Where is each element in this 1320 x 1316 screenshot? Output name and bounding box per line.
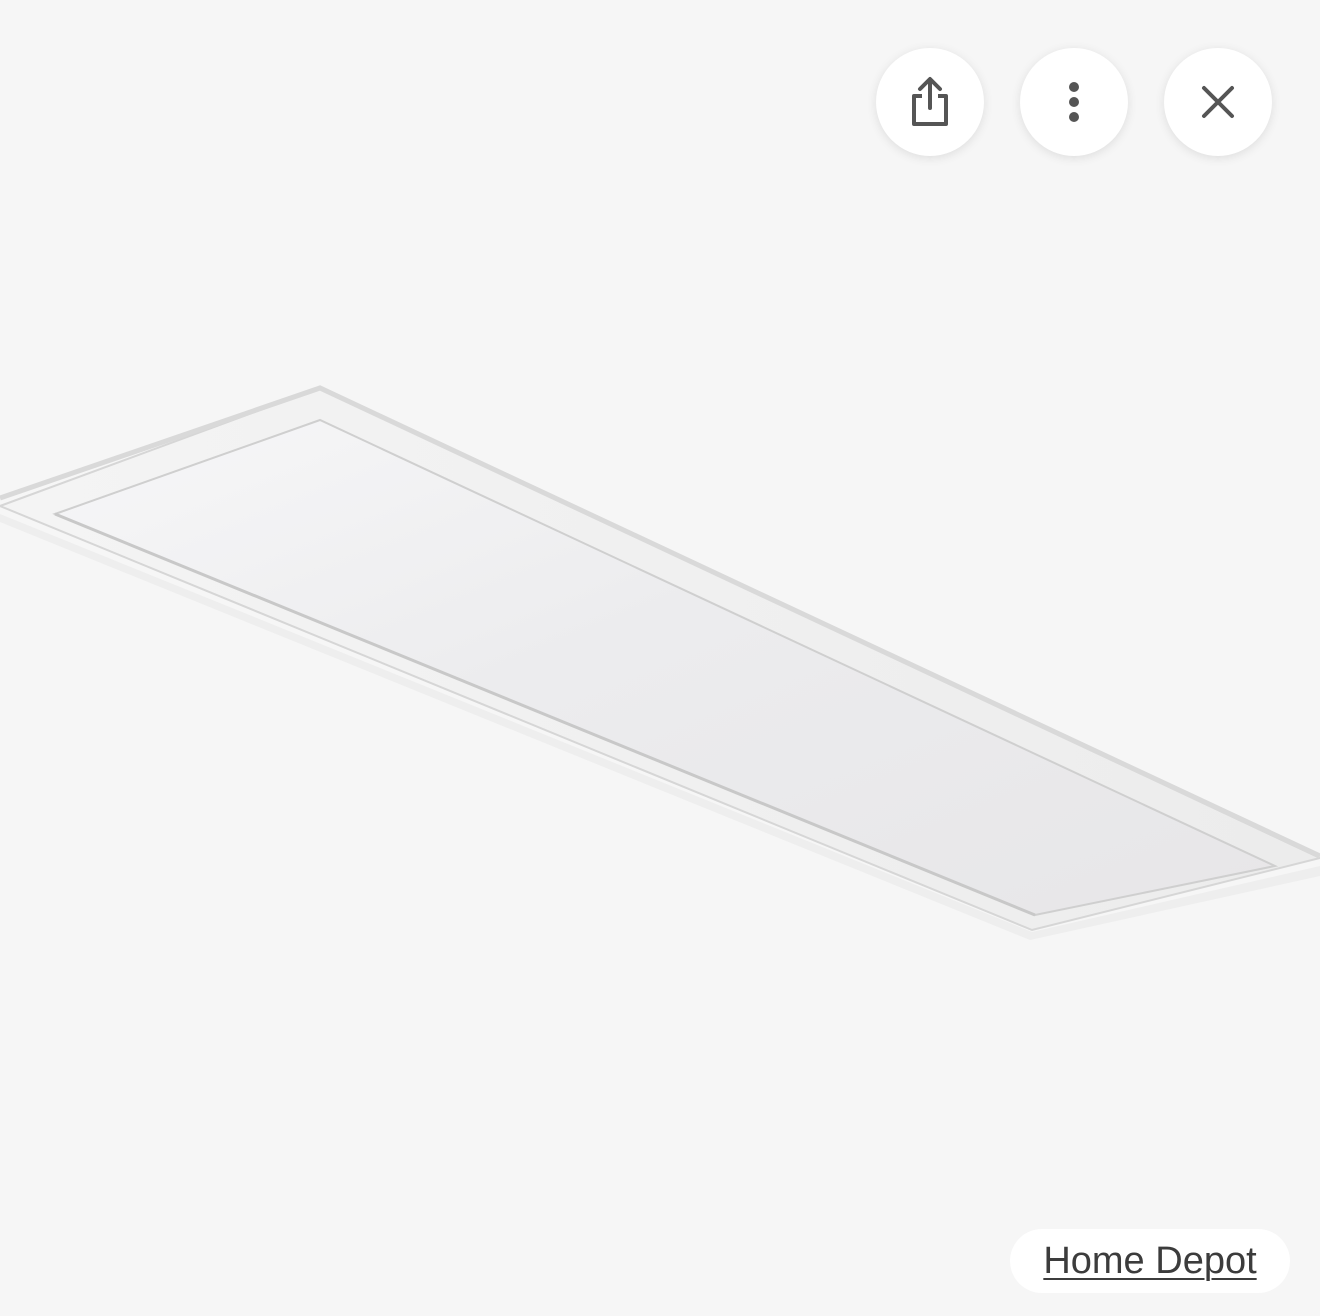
image-viewer: Home Depot	[0, 0, 1320, 1316]
panel-diffuser	[52, 418, 1279, 917]
source-chip: Home Depot	[1010, 1229, 1290, 1293]
close-icon	[1201, 85, 1235, 119]
close-button[interactable]	[1164, 48, 1272, 156]
more-options-button[interactable]	[1020, 48, 1128, 156]
product-image	[0, 385, 1320, 940]
source-link[interactable]: Home Depot	[1043, 1240, 1256, 1283]
share-button[interactable]	[876, 48, 984, 156]
share-icon	[908, 76, 952, 128]
more-vertical-icon	[1067, 82, 1081, 122]
